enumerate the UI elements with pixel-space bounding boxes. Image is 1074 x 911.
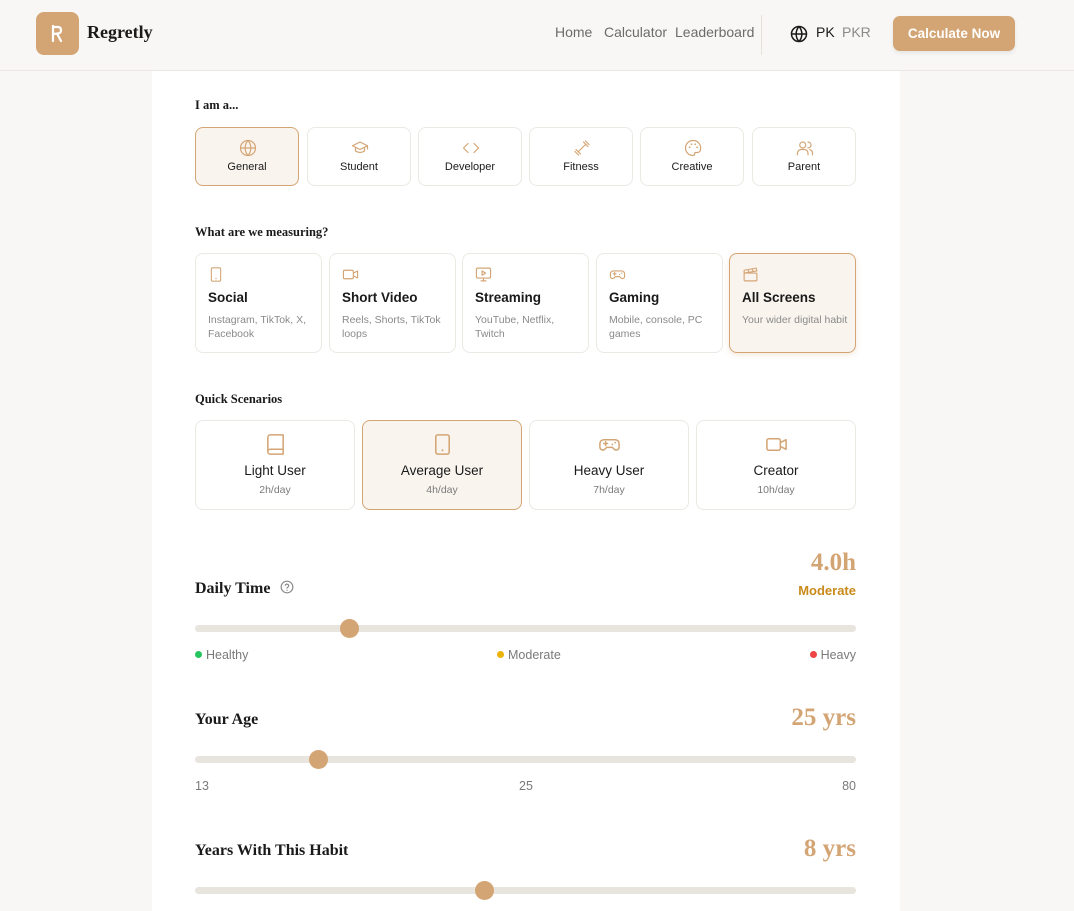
measure-streaming[interactable]: Streaming YouTube, Netflix, Twitch <box>462 253 589 353</box>
role-fitness[interactable]: Fitness <box>529 127 633 186</box>
scenario-average-user[interactable]: Average User 4h/day <box>362 420 522 510</box>
healthy-dot <box>195 651 202 659</box>
measure-desc: YouTube, Netflix, Twitch <box>475 314 555 340</box>
daily-time-value: 4.0h <box>810 549 856 576</box>
calculate-now-button[interactable]: Calculate Now <box>893 16 1015 51</box>
video-icon <box>766 437 787 452</box>
scenario-title: Average User <box>400 463 484 478</box>
graduation-cap-icon <box>351 141 369 154</box>
role-parent[interactable]: Parent <box>752 127 856 186</box>
currency-code[interactable]: PKR <box>842 24 871 40</box>
years-title: Years With This Habit <box>195 842 349 859</box>
daily-time-slider[interactable] <box>195 619 856 638</box>
role-general[interactable]: General <box>195 127 299 186</box>
book-icon <box>267 434 284 455</box>
legend-healthy-label: Healthy <box>206 648 249 662</box>
gamepad-icon <box>599 438 620 451</box>
years-thumb[interactable] <box>475 881 495 900</box>
scenario-title: Light User <box>244 463 306 478</box>
measure-title: Streaming <box>475 290 542 305</box>
scenario-creator[interactable]: Creator 10h/day <box>696 420 856 510</box>
code-icon <box>462 142 480 154</box>
role-label: Creative <box>671 161 713 173</box>
role-developer[interactable]: Developer <box>418 127 522 186</box>
scenario-title: Creator <box>753 463 799 478</box>
daily-time-thumb[interactable] <box>339 619 359 638</box>
legend-heavy-label: Heavy <box>820 648 856 662</box>
role-creative[interactable]: Creative <box>640 127 744 186</box>
measure-title: Social <box>208 290 248 305</box>
smartphone-icon <box>435 434 450 455</box>
scenario-hours: 2h/day <box>259 484 291 496</box>
users-icon <box>796 141 814 156</box>
daily-time-status: Moderate <box>798 583 856 598</box>
age-scale-mid: 25 <box>519 779 533 793</box>
smartphone-icon <box>210 267 222 282</box>
age-thumb[interactable] <box>309 750 329 769</box>
nav-divider <box>761 15 762 55</box>
nav-calculator[interactable]: Calculator <box>604 24 667 40</box>
scenario-hours: 4h/day <box>426 484 458 496</box>
moderate-dot <box>497 651 504 659</box>
legend-moderate: Moderate <box>497 648 561 662</box>
scenario-hours: 7h/day <box>593 484 625 496</box>
measure-desc: Mobile, console, PC games <box>609 314 703 340</box>
top-nav-bar: Regretly Home Calculator Leaderboard PK … <box>0 0 1074 71</box>
measure-title: Gaming <box>609 290 660 305</box>
role-student[interactable]: Student <box>307 127 411 186</box>
legend-heavy: Heavy <box>809 648 856 662</box>
gamepad-icon <box>609 270 626 280</box>
role-label: Student <box>340 161 378 173</box>
tv-play-icon <box>475 267 492 282</box>
age-scale-min: 13 <box>195 779 209 793</box>
role-label: General <box>227 161 267 173</box>
country-code[interactable]: PK <box>816 24 835 40</box>
age-scale-max: 80 <box>842 779 856 793</box>
nav-leaderboard[interactable]: Leaderboard <box>675 24 754 40</box>
age-slider[interactable] <box>195 750 856 769</box>
legend-moderate-label: Moderate <box>508 648 561 662</box>
measure-desc: Your wider digital habit <box>742 314 848 326</box>
measure-short-video[interactable]: Short Video Reels, Shorts, TikTok loops <box>329 253 456 353</box>
palette-icon <box>684 139 702 157</box>
help-circle-icon[interactable] <box>280 580 294 594</box>
years-slider[interactable] <box>195 881 856 900</box>
video-icon <box>342 269 359 280</box>
measure-social[interactable]: Social Instagram, TikTok, X, Facebook <box>195 253 322 353</box>
measure-title: Short Video <box>342 290 418 305</box>
clapperboard-icon <box>743 267 758 282</box>
logo-icon[interactable] <box>36 12 79 55</box>
role-label: Developer <box>444 161 496 173</box>
globe-icon <box>239 139 257 157</box>
measure-desc: Instagram, TikTok, X, Facebook <box>208 314 307 340</box>
scenarios-section-label: Quick Scenarios <box>195 392 283 406</box>
daily-time-label: Daily Time <box>195 580 271 597</box>
years-value: 8 yrs <box>803 835 856 862</box>
scenario-hours: 10h/day <box>757 484 795 496</box>
brand-name[interactable]: Regretly <box>87 22 153 43</box>
role-section-label: I am a... <box>195 98 239 112</box>
age-title: Your Age <box>195 711 259 728</box>
measure-title: All Screens <box>742 290 816 305</box>
role-label: Parent <box>787 161 821 173</box>
scenario-light-user[interactable]: Light User 2h/day <box>195 420 355 510</box>
heavy-dot <box>809 651 817 659</box>
scenario-heavy-user[interactable]: Heavy User 7h/day <box>529 420 689 510</box>
calculator-card: I am a... General Student Developer Fitn… <box>152 71 900 911</box>
legend-healthy: Healthy <box>195 648 248 662</box>
nav-home[interactable]: Home <box>555 24 592 40</box>
dumbbell-icon <box>574 140 590 156</box>
measure-gaming[interactable]: Gaming Mobile, console, PC games <box>596 253 723 353</box>
globe-icon[interactable] <box>790 25 808 43</box>
measure-all-screens[interactable]: All Screens Your wider digital habit <box>729 253 856 353</box>
measure-desc: Reels, Shorts, TikTok loops <box>342 314 441 340</box>
measuring-section-label: What are we measuring? <box>195 225 329 239</box>
scenario-title: Heavy User <box>573 463 645 478</box>
age-value: 25 yrs <box>791 704 856 731</box>
daily-time-title: Daily Time <box>195 580 294 598</box>
role-label: Fitness <box>563 161 599 173</box>
